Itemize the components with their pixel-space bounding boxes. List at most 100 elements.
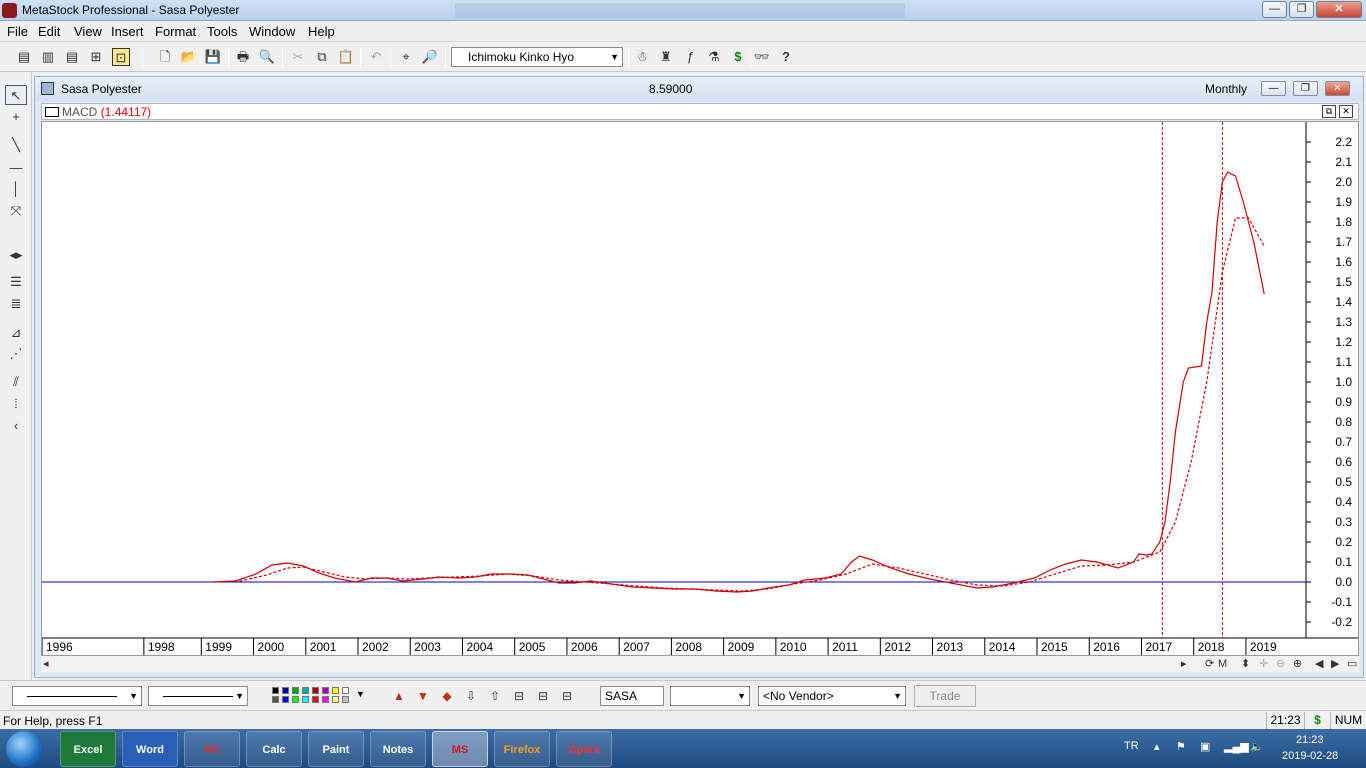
symbol-up-icon[interactable]: ▲ xyxy=(391,688,407,704)
indicator-label[interactable]: MACD (1.44117) xyxy=(62,105,151,119)
cascade-windows-icon[interactable]: ▤ xyxy=(15,48,33,66)
tile-horizontal-icon[interactable]: ▤ xyxy=(63,48,81,66)
menu-window[interactable]: Window xyxy=(249,24,295,39)
taskbar-excel[interactable]: Excel xyxy=(60,731,116,767)
menu-help[interactable]: Help xyxy=(308,24,335,39)
menu-file[interactable]: File xyxy=(7,24,28,39)
layout-icon[interactable]: ⊡ xyxy=(112,48,130,66)
language-indicator[interactable]: TR xyxy=(1124,740,1139,752)
chart-window-icon[interactable] xyxy=(41,82,54,95)
fibonacci-fan-icon[interactable]: ⋰ xyxy=(5,344,27,364)
chart-restore-button[interactable]: ❐ xyxy=(1293,81,1318,96)
print-icon[interactable]: 🖶 xyxy=(234,48,252,66)
taskbar-ms-net[interactable]: MS xyxy=(184,731,240,767)
signal-icon[interactable]: ▂▄▆ xyxy=(1224,740,1249,753)
taskbar-opera[interactable]: Opera xyxy=(556,731,612,767)
color-swatch[interactable] xyxy=(322,687,329,694)
macd-chart[interactable]: 2.2 2.1 2.0 1.9 1.8 1.7 1.6 1.5 1.4 1.3 1.2 1.1 1.0 0… xyxy=(42,122,1358,655)
symbol-exit-icon[interactable]: ◆ xyxy=(439,688,455,704)
line-weight-combo[interactable]: ▼ xyxy=(148,686,248,706)
refresh-icon[interactable]: ⟳ xyxy=(1205,656,1214,672)
tile-grid-icon[interactable]: ⊞ xyxy=(87,48,105,66)
color-swatch[interactable] xyxy=(312,696,319,703)
formula-icon[interactable]: ƒ xyxy=(681,48,699,66)
horizontal-line-icon[interactable]: — xyxy=(5,158,27,178)
indicator-window-icon[interactable] xyxy=(45,107,59,117)
whats-this-icon[interactable]: ? xyxy=(777,48,795,66)
taskbar-metastock[interactable]: MS xyxy=(432,731,488,767)
start-button[interactable] xyxy=(6,731,42,767)
zoom-out-icon[interactable]: ⊖ xyxy=(1276,656,1285,672)
clock-date[interactable]: 2019-02-28 xyxy=(1282,750,1338,762)
close-button[interactable]: ✕ xyxy=(1316,1,1362,18)
gann-fan-icon[interactable]: ⊿ xyxy=(5,323,27,343)
menu-tools[interactable]: Tools xyxy=(207,24,237,39)
vertical-resize-icon[interactable]: ⬍ xyxy=(1241,656,1250,672)
copy-icon[interactable]: ⧉ xyxy=(313,48,331,66)
cut-icon[interactable]: ✂ xyxy=(289,48,307,66)
color-swatch[interactable] xyxy=(302,687,309,694)
minimize-button[interactable]: — xyxy=(1262,1,1287,18)
taskbar-firefox[interactable]: Firefox xyxy=(494,731,550,767)
symbol-field[interactable]: SASA xyxy=(600,686,664,706)
fibonacci-arcs-icon[interactable]: ‹ xyxy=(5,416,27,436)
window-layout-icon[interactable]: ⊟ xyxy=(511,688,527,704)
vendor-combo[interactable]: <No Vendor> ▼ xyxy=(758,686,906,706)
color-swatch[interactable] xyxy=(332,696,339,703)
trade-button[interactable]: Trade xyxy=(914,685,976,707)
scroll-left-icon[interactable]: ◂ xyxy=(43,656,49,672)
zoom-in-icon[interactable]: ⊕ xyxy=(1293,656,1302,672)
close-inner-window-icon[interactable]: ✕ xyxy=(1339,105,1353,118)
macd-plot-area[interactable]: 2.2 2.1 2.0 1.9 1.8 1.7 1.6 1.5 1.4 1.3 1.2 1.1 1.0 0… xyxy=(41,121,1359,656)
taskbar-notes[interactable]: Notes xyxy=(370,731,426,767)
vertical-line-icon[interactable]: │ xyxy=(5,179,27,199)
menu-insert[interactable]: Insert xyxy=(111,24,144,39)
binoculars-icon[interactable]: 👓 xyxy=(753,48,771,66)
menu-view[interactable]: View xyxy=(74,24,102,39)
color-swatch[interactable] xyxy=(282,687,289,694)
volume-muted-icon[interactable]: 🔈 xyxy=(1250,740,1264,753)
crosshair-icon[interactable]: ⌖ xyxy=(397,48,415,66)
scroll-right-end-icon[interactable]: ▶ xyxy=(1331,656,1339,672)
line-style-combo[interactable]: ▼ xyxy=(12,686,142,706)
tile-vertical-icon[interactable]: ▥ xyxy=(39,48,57,66)
restore-inner-window-icon[interactable]: ⧉ xyxy=(1322,105,1336,118)
explorer-icon[interactable]: ♜ xyxy=(657,48,675,66)
menu-edit[interactable]: Edit xyxy=(38,24,60,39)
palette-dropdown-icon[interactable]: ▼ xyxy=(356,689,365,699)
marker-icon[interactable]: M xyxy=(1218,656,1227,672)
window-layout-3-icon[interactable]: ⊟ xyxy=(559,688,575,704)
taskbar-paint[interactable]: Paint xyxy=(308,731,364,767)
color-swatch[interactable] xyxy=(302,696,309,703)
color-swatch[interactable] xyxy=(342,687,349,694)
tray-expand-icon[interactable]: ▴ xyxy=(1154,740,1160,753)
trendline-icon[interactable]: ╲ xyxy=(5,135,27,155)
scroll-right-small-icon[interactable]: ▸ xyxy=(1181,656,1187,672)
andrews-pitchfork-icon[interactable]: ⫽ xyxy=(5,372,27,392)
color-swatch[interactable] xyxy=(272,696,279,703)
zoom-icon[interactable]: 🔎 xyxy=(421,48,439,66)
taskbar-calculator[interactable]: Calc xyxy=(246,731,302,767)
pointer-icon[interactable]: ↖ xyxy=(5,85,27,105)
save-icon[interactable]: 💾 xyxy=(204,48,222,66)
color-swatch[interactable] xyxy=(292,687,299,694)
scroll-left-end-icon[interactable]: ◀ xyxy=(1315,656,1323,672)
speed-resistance-icon[interactable]: ◂▸ xyxy=(5,245,27,265)
dollar-icon[interactable]: $ xyxy=(729,48,747,66)
color-swatch[interactable] xyxy=(322,696,329,703)
pan-icon[interactable]: ✛ xyxy=(1259,656,1268,672)
network-flag-icon[interactable]: ⚑ xyxy=(1176,740,1186,753)
template-combo[interactable]: Ichimoku Kinko Hyo ▼ xyxy=(451,47,623,67)
color-swatch[interactable] xyxy=(282,696,289,703)
crosshair-tool-icon[interactable]: + xyxy=(5,107,27,127)
account-combo[interactable]: ▼ xyxy=(670,686,750,706)
open-icon[interactable]: 📂 xyxy=(180,48,198,66)
symbol-down-icon[interactable]: ▼ xyxy=(415,688,431,704)
color-swatch[interactable] xyxy=(312,687,319,694)
sell-arrow-icon[interactable]: ⇧ xyxy=(487,688,503,704)
quadrant-lines-icon[interactable]: ≣ xyxy=(5,294,27,314)
cycle-lines-icon[interactable]: ⤧ xyxy=(5,201,27,221)
clock-time[interactable]: 21:23 xyxy=(1296,734,1324,746)
chart-scroll-bar[interactable]: ◂ ▸ ⟳ M ⬍ ✛ ⊖ ⊕ ◀ ▶ ▭ xyxy=(41,656,1359,672)
system-tester-icon[interactable]: ⚗ xyxy=(705,48,723,66)
